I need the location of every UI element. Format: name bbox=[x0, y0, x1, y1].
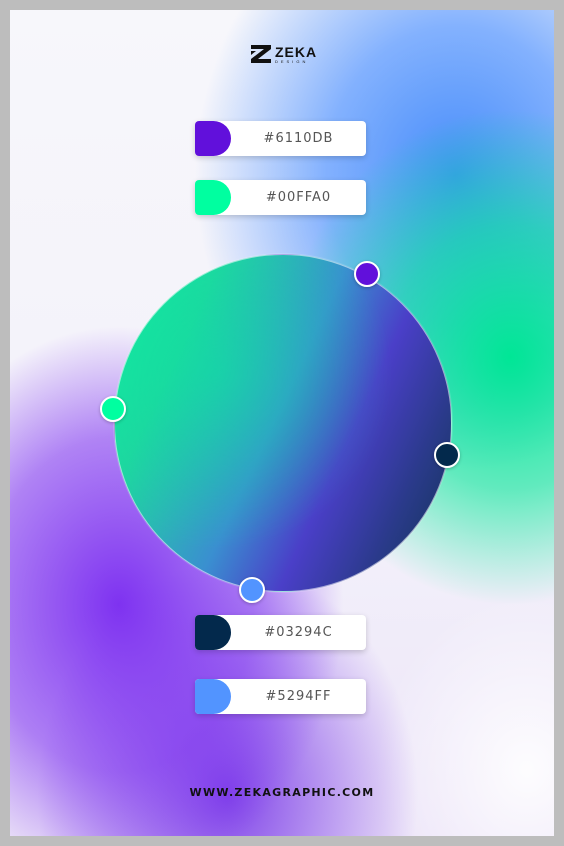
color-swatch-card: #03294C bbox=[195, 615, 366, 650]
hex-code-label: #00FFA0 bbox=[265, 190, 332, 205]
brand-logo: ZEKA DESIGN bbox=[251, 44, 317, 64]
color-swatch-card: #00FFA0 bbox=[195, 180, 366, 215]
color-swatch-card: #5294FF bbox=[195, 679, 366, 714]
color-chip bbox=[195, 615, 231, 650]
gradient-poster: ZEKA DESIGN #6110DB #00FFA0 #03294C #529… bbox=[10, 10, 554, 836]
color-chip bbox=[195, 121, 231, 156]
brand-wordmark: ZEKA DESIGN bbox=[275, 45, 317, 64]
hex-code-label: #03294C bbox=[264, 625, 333, 640]
zeka-logo-icon bbox=[251, 45, 271, 63]
brand-subtitle: DESIGN bbox=[275, 58, 309, 64]
hex-code-label: #5294FF bbox=[265, 689, 332, 704]
color-stop-handle-icon[interactable] bbox=[354, 261, 380, 287]
color-stop-handle-icon[interactable] bbox=[239, 577, 265, 603]
website-url[interactable]: WWW.ZEKAGRAPHIC.COM bbox=[10, 786, 554, 799]
color-stop-handle-icon[interactable] bbox=[100, 396, 126, 422]
color-swatch-card: #6110DB bbox=[195, 121, 366, 156]
color-stop-handle-icon[interactable] bbox=[434, 442, 460, 468]
brand-name: ZEKA bbox=[275, 43, 318, 60]
hex-code-label: #6110DB bbox=[263, 131, 334, 146]
gradient-circle bbox=[114, 254, 452, 592]
color-chip bbox=[195, 180, 231, 215]
color-chip bbox=[195, 679, 231, 714]
